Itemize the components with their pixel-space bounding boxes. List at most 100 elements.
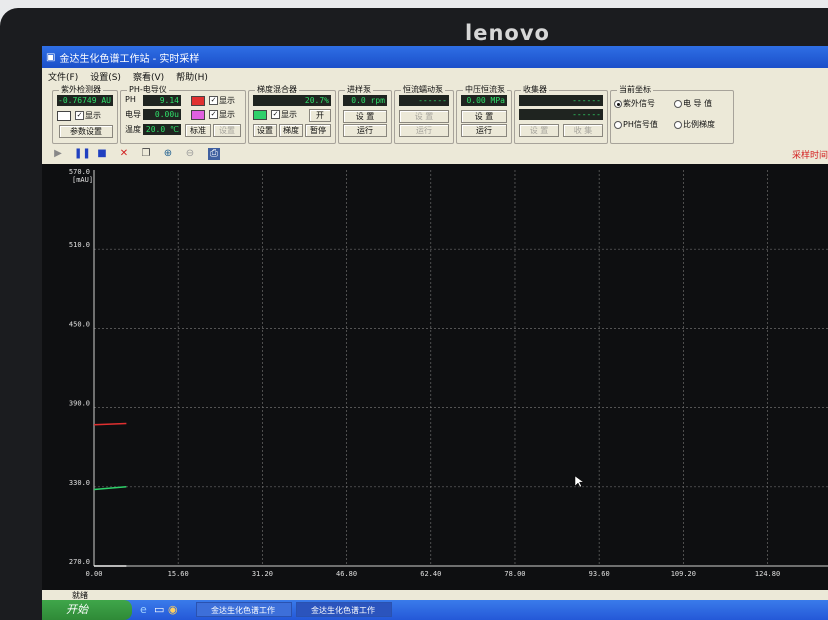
pressure-pump-group: 中压恒流泵 0.00 MPa 设 置 运行 [456, 84, 512, 144]
cond-show-label: 显示 [219, 110, 235, 119]
chromatogram-plot[interactable]: 570.0 [mAU] 510.0 450.0 390.0 330.0 270.0 0.00 1… [42, 164, 828, 590]
uv-show-label: 显示 [85, 111, 101, 120]
calibrate-button[interactable]: 标准 [185, 124, 211, 137]
windows-taskbar: 开始 e ▭ ◉ 金达生化色谱工作 金达生化色谱工作 [42, 600, 828, 620]
feed-pump-group: 进样泵 0.0 rpm 设 置 运行 [338, 84, 392, 144]
uv-detector-title: 紫外检测器 [59, 84, 103, 95]
coords-radio-uv[interactable] [614, 100, 622, 108]
coords-radio-cond[interactable] [674, 100, 682, 108]
status-text: 就绪 [72, 591, 88, 600]
collector-value2-display: ------ [519, 109, 603, 120]
x-tick-label: 46.80 [336, 570, 357, 578]
peristaltic-pump-group: 恒流蠕动泵 ------ 设 置 运行 [394, 84, 454, 144]
monitor-brand-logo: lenovo [465, 21, 550, 45]
gradient-setup-button[interactable]: 设置 [253, 124, 277, 137]
window-title: 金达生化色谱工作站 - 实时采样 [59, 53, 200, 65]
zoom-out-icon[interactable]: ⊖ [184, 148, 196, 160]
collector-setup-button[interactable]: 设 置 [519, 124, 559, 137]
coords-radio-ph[interactable] [614, 121, 622, 129]
pressure-run-button[interactable]: 运行 [461, 124, 507, 137]
ie-icon[interactable]: e [140, 603, 147, 616]
coords-option-ph: PH信号值 [623, 120, 658, 129]
collector-collect-button[interactable]: 收 集 [563, 124, 603, 137]
x-tick-label: 62.40 [420, 570, 441, 578]
series-line-1 [93, 486, 127, 491]
icon-toolbar: ▶ ❚❚ ■ ✕ ❐ ⊕ ⊖ ⎙ 采样时间 [42, 146, 828, 164]
uv-show-checkbox[interactable]: ✓ [75, 111, 84, 120]
copy-icon[interactable]: ❐ [140, 148, 152, 160]
peristaltic-value-display: ------ [399, 95, 449, 106]
feed-pump-title: 进样泵 [345, 84, 373, 95]
mouse-cursor-icon [574, 475, 585, 488]
gradient-pause-button[interactable]: 暂停 [305, 124, 331, 137]
y-tick-label: 390.0 [69, 400, 90, 408]
coords-option-cond: 电 导 值 [683, 99, 713, 108]
ph-setup-button[interactable]: 设置 [213, 124, 241, 137]
ph-show-label: 显示 [219, 96, 235, 105]
peristaltic-setup-button[interactable]: 设 置 [399, 110, 449, 123]
y-tick-label: 510.0 [69, 241, 90, 249]
uv-value-display: -0.76749 AU [57, 95, 113, 106]
temp-value-display: 20.0 ℃ [143, 124, 181, 135]
gradient-mixer-title: 梯度混合器 [255, 84, 299, 95]
feed-pump-setup-button[interactable]: 设 置 [343, 110, 387, 123]
temp-label: 温度 [125, 125, 141, 134]
ph-show-checkbox[interactable]: ✓ [209, 96, 218, 105]
y-tick-label: 330.0 [69, 479, 90, 487]
coords-title: 当前坐标 [617, 84, 653, 95]
ph-meter-group: PH-电导仪 PH 9.14 ✓ 显示 电导 0.00u ✓ 显示 温度 20.… [120, 84, 246, 144]
uv-detector-group: 紫外检测器 -0.76749 AU ✓ 显示 参数设置 [52, 84, 118, 144]
menu-view[interactable]: 察看(V) [127, 68, 170, 83]
play-icon[interactable]: ▶ [52, 148, 64, 160]
close-icon[interactable]: ✕ [118, 148, 130, 160]
cond-value-display: 0.00u [143, 109, 181, 120]
y-tick-label: 450.0 [69, 320, 90, 328]
cond-label: 电导 [125, 110, 141, 119]
coords-radio-gradient[interactable] [674, 121, 682, 129]
print-icon[interactable]: ⎙ [208, 148, 220, 160]
x-tick-label: 124.80 [755, 570, 780, 578]
gradient-color-swatch[interactable] [253, 110, 267, 120]
collector-title: 收集器 [521, 84, 549, 95]
uv-params-button[interactable]: 参数设置 [59, 125, 113, 138]
menu-bar: 文件(F) 设置(S) 察看(V) 帮助(H) [42, 68, 828, 83]
task-button-1[interactable]: 金达生化色谱工作 [196, 602, 292, 617]
cond-show-checkbox[interactable]: ✓ [209, 110, 218, 119]
x-tick-label: 93.60 [589, 570, 610, 578]
ph-label: PH [125, 95, 136, 104]
gradient-value-display: 20.7% [253, 95, 331, 106]
start-button[interactable]: 开始 [42, 600, 132, 620]
desktop-icon[interactable]: ▭ [154, 603, 164, 616]
menu-help[interactable]: 帮助(H) [170, 68, 214, 83]
series-line-0 [93, 422, 127, 426]
start-label: 开始 [66, 603, 88, 616]
peristaltic-pump-title: 恒流蠕动泵 [401, 84, 445, 95]
cond-color-swatch[interactable] [191, 110, 205, 120]
coords-option-gradient: 比例梯度 [683, 120, 715, 129]
pressure-value-display: 0.00 MPa [461, 95, 507, 106]
gradient-gradient-button[interactable]: 梯度 [279, 124, 303, 137]
ph-meter-title: PH-电导仪 [127, 84, 169, 95]
menu-file[interactable]: 文件(F) [42, 68, 84, 83]
menu-settings[interactable]: 设置(S) [84, 68, 127, 83]
task-button-2[interactable]: 金达生化色谱工作 [296, 602, 392, 617]
gradient-mixer-group: 梯度混合器 20.7% ✓ 显示 开 设置 梯度 暂停 [248, 84, 336, 144]
feed-pump-run-button[interactable]: 运行 [343, 124, 387, 137]
gradient-open-button[interactable]: 开 [309, 109, 331, 122]
peristaltic-run-button[interactable]: 运行 [399, 124, 449, 137]
x-tick-label: 0.00 [86, 570, 103, 578]
collector-group: 收集器 ------ ------ 设 置 收 集 [514, 84, 608, 144]
pause-icon[interactable]: ❚❚ [74, 148, 91, 160]
app-icon: ▣ [46, 51, 56, 63]
stop-icon[interactable]: ■ [96, 148, 108, 160]
zoom-in-icon[interactable]: ⊕ [162, 148, 174, 160]
ph-color-swatch[interactable] [191, 96, 205, 106]
gradient-show-checkbox[interactable]: ✓ [271, 110, 280, 119]
x-tick-label: 78.00 [504, 570, 525, 578]
y-top-tick-label: 570.0 [69, 168, 90, 176]
uv-color-swatch[interactable] [57, 111, 71, 121]
coords-group: 当前坐标 紫外信号 电 导 值 PH信号值 比例梯度 [610, 84, 734, 144]
pressure-setup-button[interactable]: 设 置 [461, 110, 507, 123]
collector-value1-display: ------ [519, 95, 603, 106]
media-icon[interactable]: ◉ [168, 603, 178, 616]
